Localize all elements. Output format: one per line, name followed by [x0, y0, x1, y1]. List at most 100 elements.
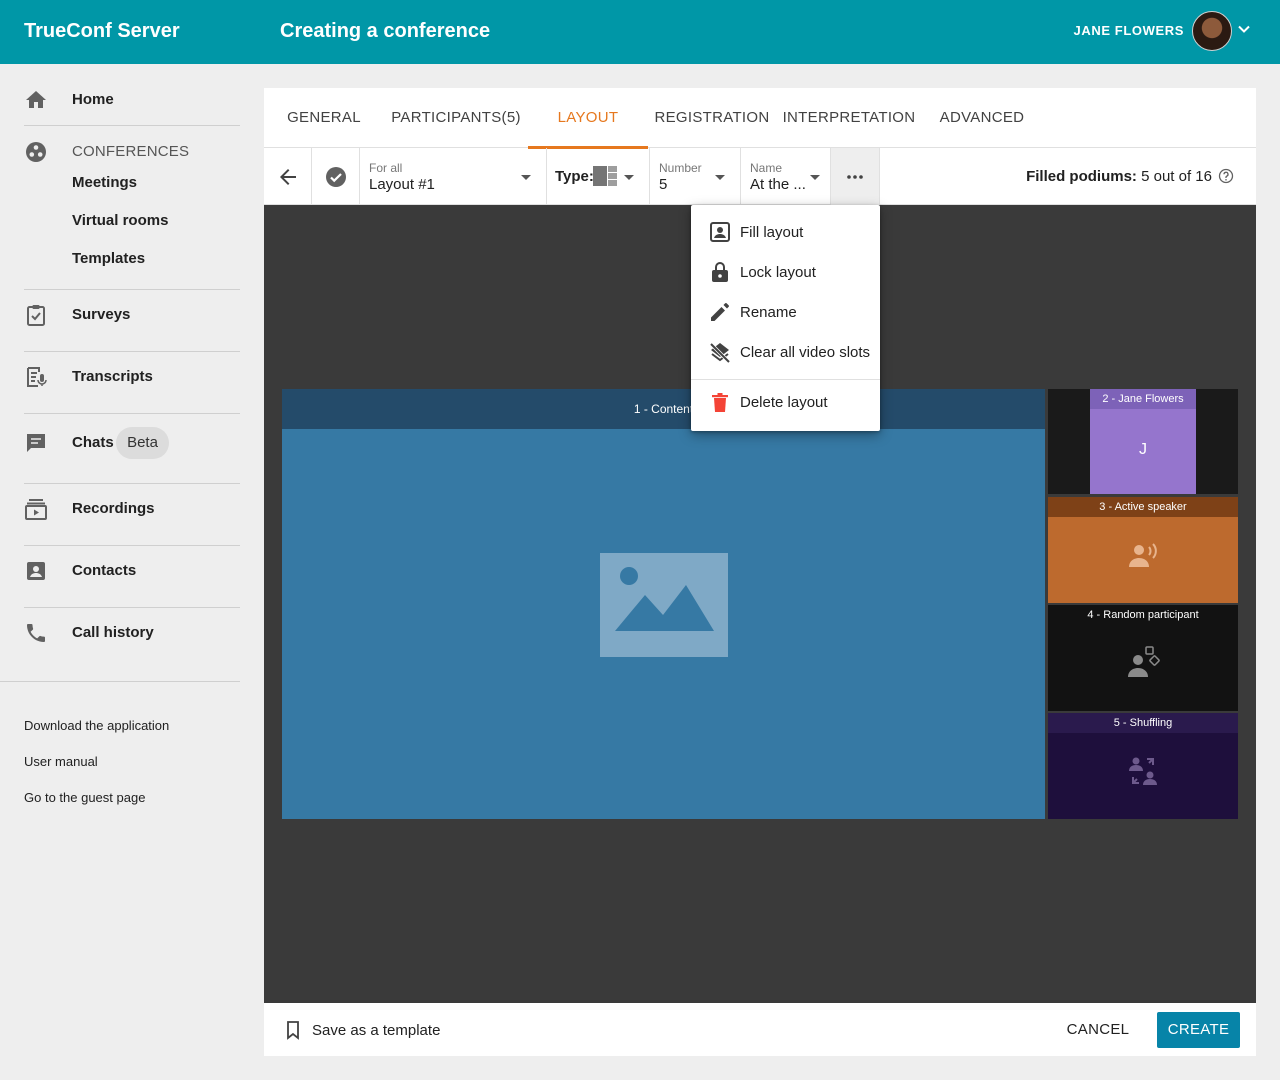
layout-type-icon	[593, 166, 617, 186]
transcript-icon	[27, 367, 47, 387]
sidebar-item-label: Call history	[72, 624, 154, 641]
dialog-footer: Save as a template CANCEL CREATE	[264, 1003, 1256, 1056]
layout-type-select[interactable]: Type:	[547, 148, 650, 205]
sidebar-item-virtual-rooms[interactable]: Virtual rooms	[72, 212, 168, 229]
chat-icon	[27, 434, 45, 452]
tab-registration[interactable]: REGISTRATION	[652, 88, 772, 148]
layout-scope-label: For all	[369, 161, 403, 175]
filled-podiums-value: 5 out of 16	[1141, 168, 1212, 185]
menu-item-fill-layout[interactable]: Fill layout	[691, 213, 880, 253]
name-label: Name	[750, 161, 783, 175]
trash-icon	[712, 393, 728, 412]
sidebar-section-conferences[interactable]: CONFERENCES	[72, 143, 189, 160]
page-title: Creating a conference	[280, 20, 491, 42]
sidebar-item-recordings[interactable]: Recordings	[0, 491, 264, 527]
sidebar-item-templates[interactable]: Templates	[72, 250, 145, 267]
dropdown-caret-icon	[715, 175, 725, 180]
home-icon	[26, 91, 46, 108]
save-as-template-button[interactable]: Save as a template	[312, 1022, 440, 1039]
name-value: At the ...	[750, 176, 806, 193]
sidebar-item-meetings[interactable]: Meetings	[72, 174, 137, 191]
create-button[interactable]: CREATE	[1157, 1012, 1240, 1048]
tab-interpretation[interactable]: INTERPRETATION	[782, 88, 916, 148]
top-app-bar: TrueConf Server Creating a conference JA…	[0, 0, 1280, 64]
help-icon[interactable]	[1218, 168, 1234, 184]
sidebar-item-contacts[interactable]: Contacts	[0, 553, 264, 589]
tab-general[interactable]: GENERAL	[280, 88, 368, 148]
recordings-icon	[25, 499, 47, 520]
filled-podiums-status: Filled podiums: 5 out of 16	[1026, 168, 1212, 185]
image-placeholder-icon	[600, 553, 728, 657]
tab-layout[interactable]: LAYOUT	[528, 88, 648, 149]
sidebar-item-call-history[interactable]: Call history	[0, 615, 264, 651]
sidebar-item-home[interactable]: Home	[0, 82, 264, 118]
slot-title: 5 - Shuffling	[1048, 713, 1238, 733]
more-options-button[interactable]	[831, 148, 880, 205]
check-circle-icon	[326, 167, 346, 187]
layout-type-label: Type:	[555, 168, 594, 185]
conferences-icon	[26, 142, 46, 162]
video-slot-shuffling[interactable]: 5 - Shuffling	[1048, 713, 1238, 819]
number-label: Number	[659, 161, 702, 175]
sidebar-item-transcripts[interactable]: Transcripts	[0, 359, 264, 395]
cancel-button[interactable]: CANCEL	[1060, 1012, 1136, 1048]
video-slot-random-participant[interactable]: 4 - Random participant	[1048, 605, 1238, 711]
divider	[24, 607, 240, 608]
confirm-button[interactable]	[312, 148, 360, 205]
avatar[interactable]	[1192, 11, 1232, 51]
dropdown-caret-icon	[624, 175, 634, 180]
slot-title: 2 - Jane Flowers	[1102, 393, 1184, 405]
divider	[24, 351, 240, 352]
bookmark-icon[interactable]	[283, 1020, 303, 1040]
video-slot-active-speaker[interactable]: 3 - Active speaker	[1048, 497, 1238, 603]
arrow-back-icon	[280, 169, 296, 185]
divider	[0, 681, 240, 682]
video-slot-participant[interactable]: J 2 - Jane Flowers	[1048, 389, 1238, 494]
sidebar-item-label: Chats	[72, 434, 114, 451]
menu-item-rename[interactable]: Rename	[691, 293, 880, 333]
sidebar-item-label: Surveys	[72, 306, 131, 323]
number-value: 5	[659, 176, 668, 193]
menu-item-label: Fill layout	[740, 224, 804, 241]
random-participant-icon	[1128, 646, 1160, 677]
menu-divider	[691, 379, 880, 380]
chevron-down-icon[interactable]	[1237, 22, 1251, 36]
tab-bar: GENERAL PARTICIPANTS(5) LAYOUT REGISTRAT…	[264, 88, 1256, 149]
menu-item-lock-layout[interactable]: Lock layout	[691, 253, 880, 293]
tab-advanced[interactable]: ADVANCED	[932, 88, 1032, 148]
slot-title: 3 - Active speaker	[1048, 497, 1238, 517]
pencil-icon	[711, 303, 729, 321]
layout-select[interactable]: For all Layout #1	[360, 148, 547, 205]
dropdown-caret-icon	[810, 175, 820, 180]
name-select[interactable]: Name At the ...	[741, 148, 831, 205]
back-button[interactable]	[264, 148, 312, 205]
slot-title: 4 - Random participant	[1048, 605, 1238, 625]
sidebar-item-label: Home	[72, 91, 114, 108]
divider	[24, 125, 240, 126]
download-app-link[interactable]: Download the application	[24, 718, 169, 733]
menu-item-clear-video-slots[interactable]: Clear all video slots	[691, 333, 880, 373]
video-slot-content[interactable]: 1 - Content	[282, 389, 1045, 819]
menu-item-label: Rename	[740, 304, 797, 321]
divider	[24, 483, 240, 484]
shuffling-icon	[1129, 757, 1157, 785]
user-manual-link[interactable]: User manual	[24, 754, 98, 769]
contact-card-icon	[27, 562, 45, 580]
layout-select-value: Layout #1	[369, 176, 435, 193]
brand-title[interactable]: TrueConf Server	[24, 20, 180, 43]
number-select[interactable]: Number 5	[650, 148, 741, 205]
dropdown-caret-icon	[521, 175, 531, 180]
sidebar-item-surveys[interactable]: Surveys	[0, 297, 264, 333]
menu-item-label: Lock layout	[740, 264, 816, 281]
slot-title: 1 - Content	[282, 389, 1045, 429]
avatar-initial: J	[1139, 441, 1147, 458]
sidebar-item-label: Recordings	[72, 500, 155, 517]
guest-page-link[interactable]: Go to the guest page	[24, 790, 145, 805]
filled-podiums-label: Filled podiums:	[1026, 168, 1137, 185]
portrait-icon	[710, 222, 730, 242]
tab-participants[interactable]: PARTICIPANTS(5)	[388, 88, 524, 148]
divider	[24, 545, 240, 546]
divider	[24, 289, 240, 290]
user-name[interactable]: JANE FLOWERS	[1074, 23, 1184, 38]
menu-item-delete-layout[interactable]: Delete layout	[691, 383, 880, 423]
